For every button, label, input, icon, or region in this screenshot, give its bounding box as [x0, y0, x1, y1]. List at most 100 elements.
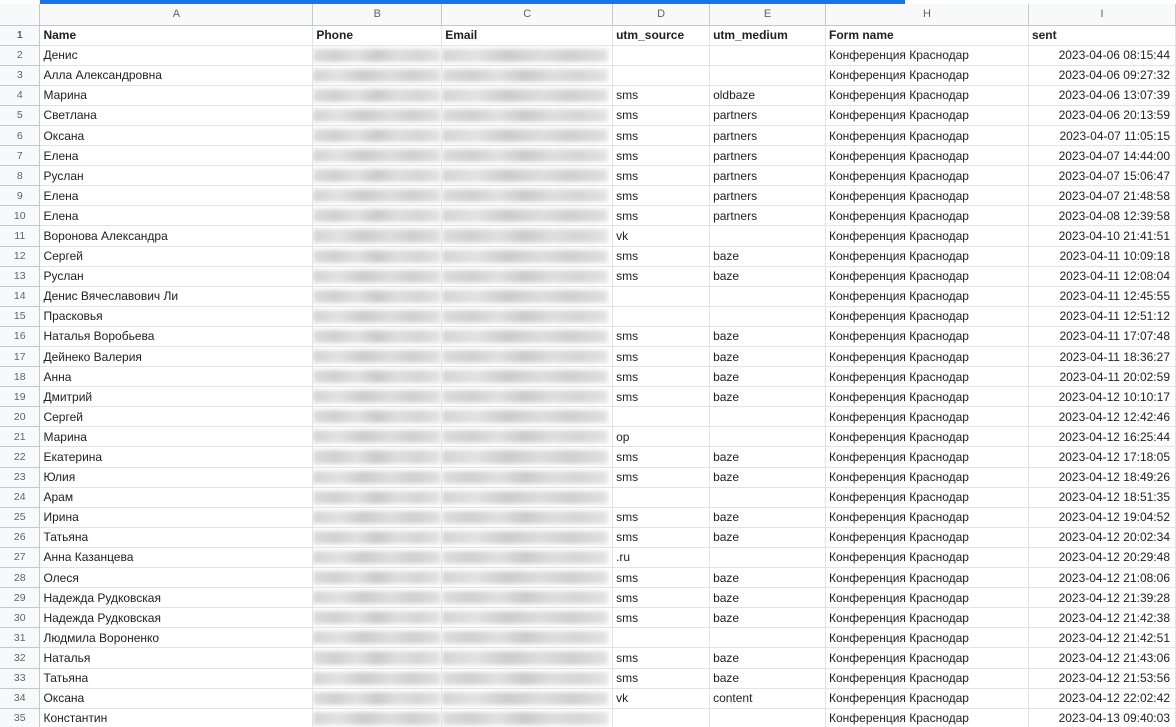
cell-sent[interactable]: 2023-04-10 21:41:51 — [1028, 225, 1176, 247]
cell-form-name[interactable]: Конференция Краснодар — [825, 225, 1029, 247]
spreadsheet-grid[interactable]: A B C D E H I 1 Name Phone Email utm_sou… — [0, 4, 1176, 727]
header-cell-email[interactable]: Email — [441, 25, 614, 46]
cell-utm-medium[interactable] — [709, 547, 827, 569]
cell-form-name[interactable]: Конференция Краснодар — [825, 205, 1029, 227]
cell-form-name[interactable]: Конференция Краснодар — [825, 326, 1029, 348]
cell-phone-redacted[interactable] — [312, 607, 443, 629]
cell-utm-source[interactable]: sms — [612, 266, 711, 287]
cell-name[interactable]: Алла Александровна — [39, 65, 314, 86]
cell-utm-medium[interactable] — [709, 426, 827, 448]
row-number[interactable]: 34 — [0, 688, 41, 709]
cell-form-name[interactable]: Конференция Краснодар — [825, 45, 1029, 66]
cell-name[interactable]: Татьяна — [39, 527, 314, 548]
cell-utm-medium[interactable]: baze — [709, 567, 827, 589]
cell-phone-redacted[interactable] — [312, 688, 443, 709]
cell-form-name[interactable]: Конференция Краснодар — [825, 467, 1029, 488]
cell-email-redacted[interactable] — [441, 85, 614, 106]
cell-form-name[interactable]: Конференция Краснодар — [825, 547, 1029, 569]
cell-utm-source[interactable]: sms — [612, 125, 711, 147]
cell-phone-redacted[interactable] — [312, 647, 443, 669]
cell-name[interactable]: Наталья — [39, 647, 314, 669]
cell-name[interactable]: Дейнеко Валерия — [39, 346, 314, 368]
cell-utm-source[interactable]: sms — [612, 467, 711, 488]
cell-utm-medium[interactable]: baze — [709, 446, 827, 468]
column-header-b[interactable]: B — [312, 4, 443, 26]
cell-phone-redacted[interactable] — [312, 507, 443, 528]
cell-form-name[interactable]: Конференция Краснодар — [825, 185, 1029, 207]
row-number[interactable]: 29 — [0, 587, 41, 609]
cell-utm-source[interactable]: sms — [612, 165, 711, 187]
cell-utm-source[interactable]: sms — [612, 668, 711, 689]
cell-phone-redacted[interactable] — [312, 467, 443, 488]
cell-email-redacted[interactable] — [441, 185, 614, 207]
cell-utm-medium[interactable] — [709, 65, 827, 86]
cell-sent[interactable]: 2023-04-11 20:02:59 — [1028, 366, 1176, 388]
cell-name[interactable]: Оксана — [39, 125, 314, 147]
cell-email-redacted[interactable] — [441, 627, 614, 649]
cell-email-redacted[interactable] — [441, 647, 614, 669]
row-number[interactable]: 35 — [0, 708, 41, 727]
cell-sent[interactable]: 2023-04-07 14:44:00 — [1028, 145, 1176, 167]
cell-name[interactable]: Оксана — [39, 688, 314, 709]
cell-phone-redacted[interactable] — [312, 306, 443, 327]
row-number[interactable]: 15 — [0, 306, 41, 327]
cell-email-redacted[interactable] — [441, 567, 614, 589]
cell-email-redacted[interactable] — [441, 467, 614, 488]
cell-form-name[interactable]: Конференция Краснодар — [825, 85, 1029, 106]
cell-name[interactable]: Арам — [39, 487, 314, 508]
cell-utm-source[interactable] — [612, 627, 711, 649]
cell-utm-medium[interactable] — [709, 225, 827, 247]
row-number[interactable]: 24 — [0, 487, 41, 508]
cell-phone-redacted[interactable] — [312, 627, 443, 649]
cell-email-redacted[interactable] — [441, 587, 614, 609]
header-cell-name[interactable]: Name — [39, 25, 314, 46]
cell-utm-medium[interactable]: partners — [709, 185, 827, 207]
cell-utm-medium[interactable]: baze — [709, 527, 827, 548]
cell-name[interactable]: Руслан — [39, 266, 314, 287]
cell-form-name[interactable]: Конференция Краснодар — [825, 627, 1029, 649]
cell-phone-redacted[interactable] — [312, 527, 443, 548]
cell-form-name[interactable]: Конференция Краснодар — [825, 266, 1029, 287]
cell-utm-medium[interactable]: baze — [709, 246, 827, 267]
cell-utm-source[interactable]: op — [612, 426, 711, 448]
cell-email-redacted[interactable] — [441, 708, 614, 727]
row-number[interactable]: 33 — [0, 668, 41, 689]
cell-form-name[interactable]: Конференция Краснодар — [825, 366, 1029, 388]
cell-phone-redacted[interactable] — [312, 45, 443, 66]
cell-utm-source[interactable]: sms — [612, 446, 711, 468]
cell-form-name[interactable]: Конференция Краснодар — [825, 567, 1029, 589]
cell-utm-source[interactable]: sms — [612, 205, 711, 227]
cell-email-redacted[interactable] — [441, 266, 614, 287]
cell-sent[interactable]: 2023-04-06 08:15:44 — [1028, 45, 1176, 66]
cell-utm-medium[interactable] — [709, 306, 827, 327]
row-number[interactable]: 27 — [0, 547, 41, 569]
cell-utm-source[interactable]: sms — [612, 386, 711, 408]
cell-sent[interactable]: 2023-04-12 16:25:44 — [1028, 426, 1176, 448]
cell-email-redacted[interactable] — [441, 607, 614, 629]
cell-name[interactable]: Марина — [39, 85, 314, 106]
cell-name[interactable]: Надежда Рудковская — [39, 587, 314, 609]
cell-name[interactable]: Людмила Вороненко — [39, 627, 314, 649]
cell-utm-source[interactable]: sms — [612, 366, 711, 388]
column-header-d[interactable]: D — [612, 4, 711, 26]
row-number[interactable]: 22 — [0, 446, 41, 468]
cell-sent[interactable]: 2023-04-12 10:10:17 — [1028, 386, 1176, 408]
cell-email-redacted[interactable] — [441, 386, 614, 408]
cell-name[interactable]: Наталья Воробьева — [39, 326, 314, 348]
row-number[interactable]: 31 — [0, 627, 41, 649]
cell-utm-medium[interactable] — [709, 487, 827, 508]
cell-sent[interactable]: 2023-04-12 21:43:06 — [1028, 647, 1176, 669]
cell-form-name[interactable]: Конференция Краснодар — [825, 668, 1029, 689]
cell-sent[interactable]: 2023-04-12 20:02:34 — [1028, 527, 1176, 548]
cell-utm-source[interactable]: sms — [612, 587, 711, 609]
cell-name[interactable]: Татьяна — [39, 668, 314, 689]
cell-phone-redacted[interactable] — [312, 286, 443, 307]
cell-sent[interactable]: 2023-04-12 21:42:51 — [1028, 627, 1176, 649]
cell-utm-medium[interactable]: baze — [709, 587, 827, 609]
cell-utm-source[interactable]: sms — [612, 507, 711, 528]
row-number[interactable]: 20 — [0, 406, 41, 428]
cell-utm-medium[interactable]: baze — [709, 507, 827, 528]
cell-utm-source[interactable]: sms — [612, 647, 711, 669]
cell-name[interactable]: Анна Казанцева — [39, 547, 314, 569]
cell-utm-source[interactable]: sms — [612, 105, 711, 126]
